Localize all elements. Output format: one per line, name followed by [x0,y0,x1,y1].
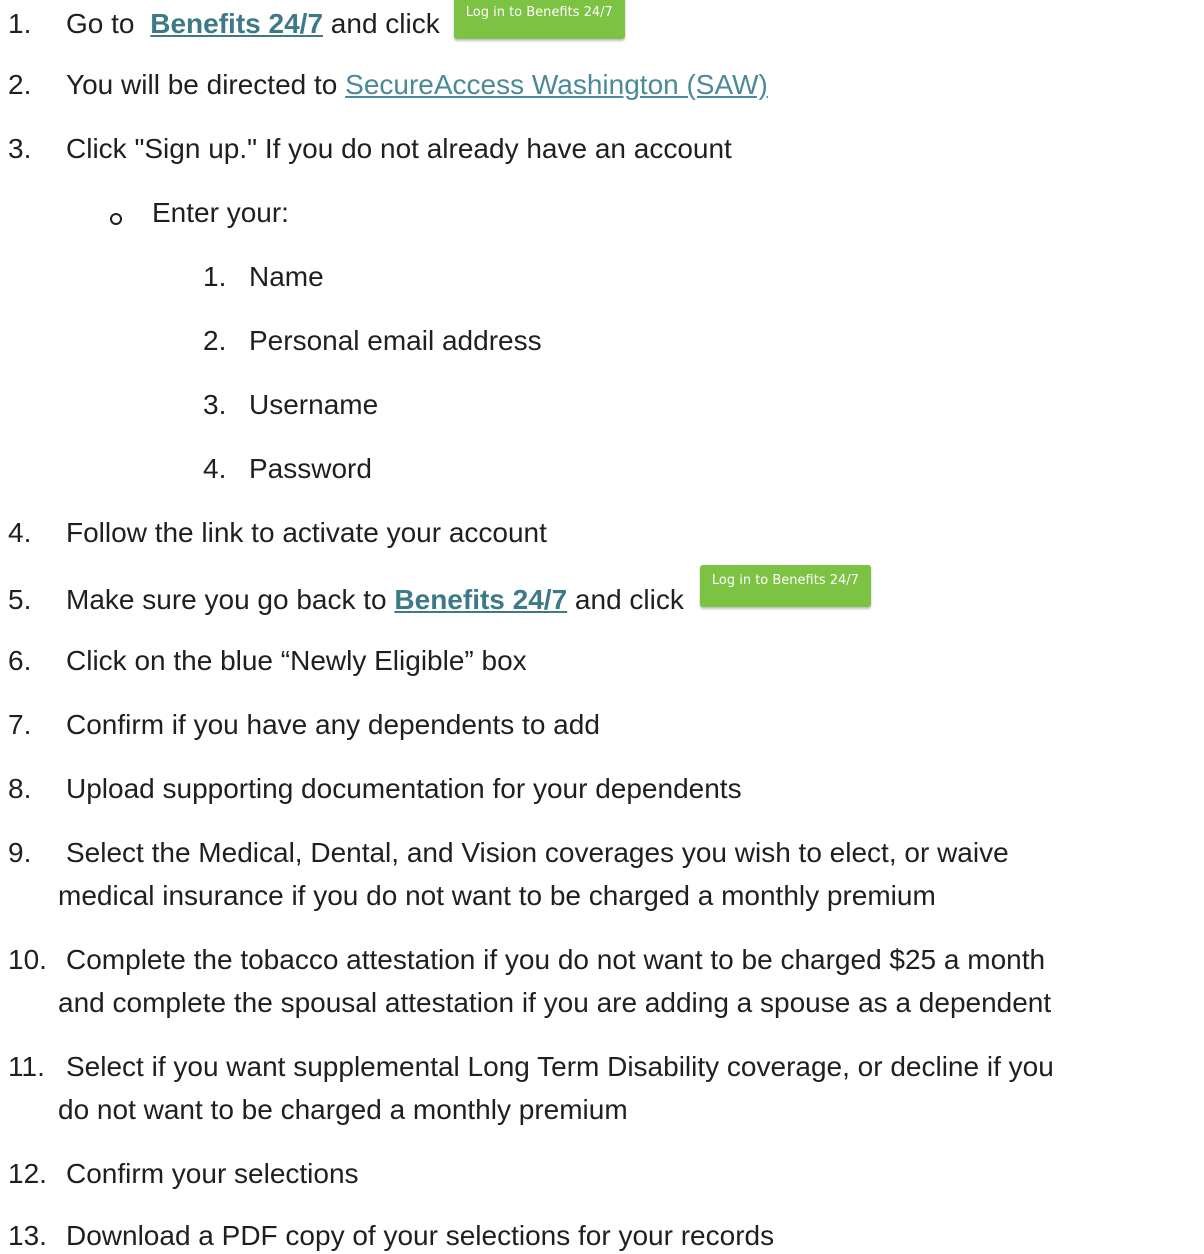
saw-link[interactable]: SecureAccess Washington (SAW) [345,67,768,103]
login-benefits-button[interactable]: Log in to Benefits 24/7 [453,0,625,39]
sub-item-number: 4. [203,453,227,484]
sub-bullet: Enter your: [110,195,289,231]
step-8: 8. Upload supporting documentation for y… [8,771,742,807]
sub-item-1: 1. Name [203,259,324,295]
step-1: 1. Go to Benefits 24/7 and click Log in … [8,0,625,45]
step-10: 10. Complete the tobacco attestation if … [8,942,1045,978]
step-number: 7. [8,709,32,740]
step-text: Confirm your selections [66,1158,359,1189]
step-6: 6. Click on the blue “Newly Eligible” bo… [8,643,527,679]
login-benefits-button[interactable]: Log in to Benefits 24/7 [699,565,871,607]
step-number: 13. [8,1220,47,1251]
step-text: Complete the tobacco attestation if you … [66,944,1046,975]
step-number: 9. [8,837,32,868]
step-text: Download a PDF copy of your selections f… [66,1220,775,1251]
step-10-continuation: and complete the spousal attestation if … [58,987,1052,1018]
step-9: 9. Select the Medical, Dental, and Visio… [8,835,1009,871]
step-number: 1. [8,8,32,39]
sub-item-number: 2. [203,325,227,356]
instructions-page: 1. Go to Benefits 24/7 and click Log in … [0,0,1204,1252]
step-text: Click "Sign up." If you do not already h… [66,133,732,164]
step-number: 4. [8,517,32,548]
step-11: 11. Select if you want supplemental Long… [8,1049,1054,1085]
step-number: 10. [8,944,47,975]
step-text: You will be directed to [66,69,346,100]
step-number: 11. [8,1051,45,1082]
step-number: 5. [8,584,32,615]
step-text: Follow the link to activate your account [66,517,547,548]
benefits-247-link[interactable]: Benefits 24/7 [394,582,567,618]
sub-bullet-text: Enter your: [152,197,289,228]
step-number: 2. [8,69,32,100]
step-text: and click [567,584,684,615]
step-11-continuation: do not want to be charged a monthly prem… [58,1094,628,1125]
sub-item-text: Personal email address [249,325,542,356]
step-3: 3. Click "Sign up." If you do not alread… [8,131,732,167]
step-text: Select if you want supplemental Long Ter… [66,1051,1054,1082]
step-text: Confirm if you have any dependents to ad… [66,709,600,740]
sub-item-2: 2. Personal email address [203,323,542,359]
sub-item-number: 3. [203,389,227,420]
step-text: and click [323,8,440,39]
step-5: 5. Make sure you go back to Benefits 24/… [8,565,871,621]
step-number: 12. [8,1158,47,1189]
sub-item-text: Password [249,453,372,484]
sub-item-text: Username [249,389,379,420]
step-number: 3. [8,133,32,164]
step-number: 8. [8,773,32,804]
step-text: Make sure you go back to [66,584,395,615]
step-9-continuation: medical insurance if you do not want to … [58,880,936,911]
step-text: Click on the blue “Newly Eligible” box [66,645,527,676]
sub-item-text: Name [249,261,324,292]
step-13: 13. Download a PDF copy of your selectio… [8,1218,774,1254]
step-text: Select the Medical, Dental, and Vision c… [66,837,1009,868]
step-text: Go to [66,8,143,39]
bullet-icon [110,213,122,225]
step-12: 12. Confirm your selections [8,1156,359,1192]
step-text: Upload supporting documentation for your… [66,773,742,804]
sub-item-3: 3. Username [203,387,378,423]
benefits-247-link[interactable]: Benefits 24/7 [150,6,323,42]
step-number: 6. [8,645,32,676]
step-4: 4. Follow the link to activate your acco… [8,515,547,551]
step-7: 7. Confirm if you have any dependents to… [8,707,600,743]
step-2: 2. You will be directed to SecureAccess … [8,67,768,103]
sub-item-4: 4. Password [203,451,372,487]
sub-item-number: 1. [203,261,227,292]
